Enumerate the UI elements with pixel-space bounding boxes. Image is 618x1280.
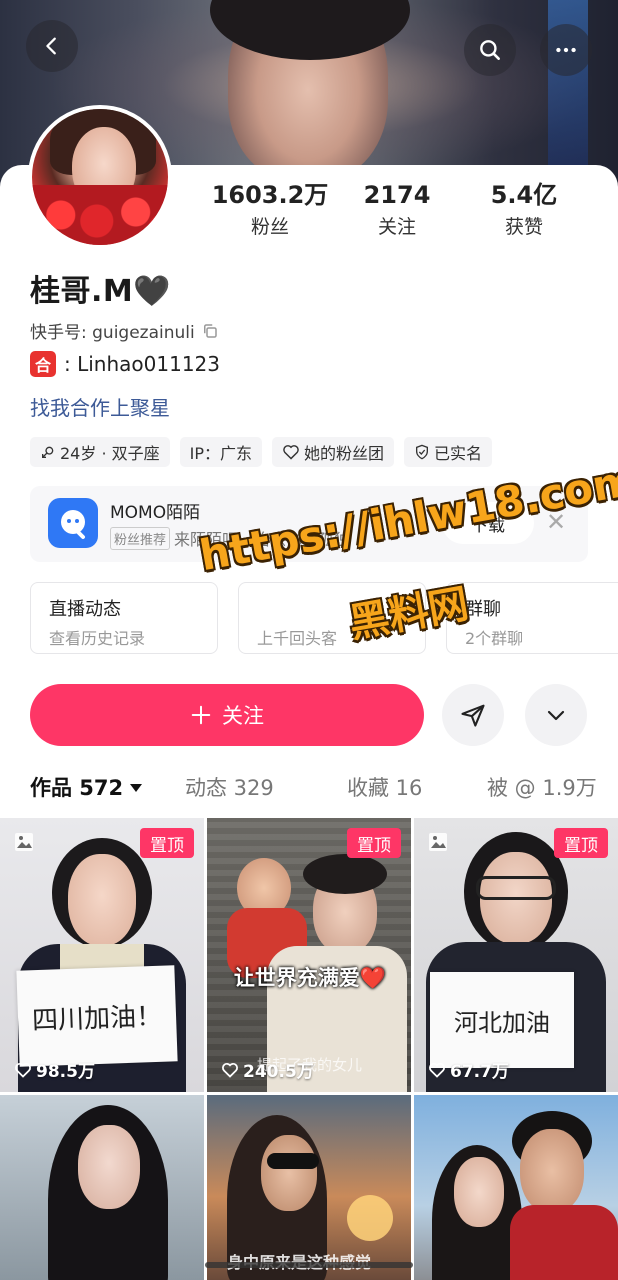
image-post-icon <box>15 833 33 851</box>
work-item[interactable]: 河北加油 置顶 67.7万 <box>414 818 618 1092</box>
stat-fans[interactable]: 1603.2万 粉丝 <box>210 180 330 242</box>
ad-title: MOMO陌陌 <box>110 503 201 523</box>
cooperation-badge-icon: 合 <box>30 351 56 377</box>
stat-likes-value: 5.4亿 <box>490 181 558 209</box>
stat-following-label: 关注 <box>377 216 416 238</box>
heart-outline-icon <box>15 1062 31 1078</box>
more-dots-icon <box>556 47 576 53</box>
follow-label: 关注 <box>222 704 264 728</box>
back-button[interactable] <box>26 20 78 72</box>
image-post-icon <box>429 833 447 851</box>
work-sign-text: 河北加油 <box>430 972 574 1068</box>
work-likes-count: 98.5万 <box>36 1062 95 1082</box>
work-item[interactable]: 让世界充满爱❤️ 提起了我的女儿 置顶 240.5万 <box>207 818 411 1092</box>
shield-check-icon <box>416 444 429 460</box>
ad-description: 来陌陌吧，治愈你的孤独 <box>174 530 351 549</box>
tab-works-label: 作品 572 <box>30 776 124 800</box>
copy-icon[interactable] <box>201 322 219 340</box>
search-button[interactable] <box>464 24 516 76</box>
content-tabs: 作品 572 动态 329 收藏 16 被 @ 1.9万 <box>0 770 618 810</box>
ad-banner-momo[interactable]: MOMO陌陌 粉丝推荐 来陌陌吧，治愈你的孤独 下载 ✕ <box>30 486 588 562</box>
tag-verified-label: 已实名 <box>434 444 483 463</box>
stat-fans-label: 粉丝 <box>250 216 289 238</box>
entry-group-chat[interactable]: 群聊 2个群聊 <box>446 582 618 654</box>
tag-ip-label: IP：广东 <box>189 444 252 463</box>
works-grid: 四川加油！ 置顶 98.5万 让世界充满爱❤️ 提起了我的女儿 置顶 240.5… <box>0 818 618 1280</box>
tag-age: 24岁 · 双子座 <box>30 437 170 467</box>
work-caption: 让世界充满爱❤️ <box>233 966 387 990</box>
tab-moments[interactable]: 动态 329 <box>185 770 274 806</box>
entry-live-history[interactable]: 直播动态 查看历史记录 <box>30 582 218 654</box>
heart-outline-icon <box>429 1062 445 1078</box>
plus-icon <box>191 705 211 725</box>
juxing-cooperation-link[interactable]: 找我合作上聚星 <box>30 392 170 421</box>
kuaishou-id-row[interactable]: 快手号: guigezainuli <box>30 318 219 343</box>
stat-likes[interactable]: 5.4亿 获赞 <box>464 180 584 242</box>
work-likes: 98.5万 <box>14 1057 95 1082</box>
gender-icon <box>42 446 54 458</box>
heart-outline-icon <box>222 1062 238 1078</box>
work-likes-count: 240.5万 <box>243 1062 314 1082</box>
stat-following[interactable]: 2174 关注 <box>337 180 457 242</box>
ad-badge: 粉丝推荐 <box>110 526 171 550</box>
tag-fan-group-label: 她的粉丝团 <box>304 444 385 463</box>
cooperation-contact: : Linhao011123 <box>64 352 220 376</box>
work-caption: 身中原来是这种感觉 <box>227 1249 371 1273</box>
heart-outline-icon <box>283 445 299 460</box>
entry-live-sub: 查看历史记录 <box>49 629 146 648</box>
tab-favorites[interactable]: 收藏 16 <box>347 770 422 806</box>
follow-button[interactable]: 关注 <box>30 684 424 746</box>
tab-mentioned[interactable]: 被 @ 1.9万 <box>487 770 597 806</box>
work-item[interactable] <box>0 1095 204 1280</box>
send-message-button[interactable] <box>442 684 504 746</box>
pinned-badge: 置顶 <box>140 828 194 858</box>
work-likes: 240.5万 <box>221 1057 314 1082</box>
work-item[interactable] <box>414 1095 618 1280</box>
send-icon <box>461 704 485 727</box>
tag-ip: IP：广东 <box>179 437 262 467</box>
stat-following-value: 2174 <box>363 181 431 209</box>
entry-shop[interactable]: 上千回头客 <box>238 582 426 654</box>
expand-button[interactable] <box>525 684 587 746</box>
search-icon <box>480 40 500 60</box>
work-item[interactable]: 四川加油！ 置顶 98.5万 <box>0 818 204 1092</box>
stat-fans-value: 1603.2万 <box>211 181 329 209</box>
entry-group-sub: 2个群聊 <box>465 629 524 648</box>
chevron-left-icon <box>46 37 56 55</box>
profile-tags: 24岁 · 双子座 IP：广东 她的粉丝团 已实名 <box>30 437 493 467</box>
work-likes: 67.7万 <box>428 1057 509 1082</box>
ad-close-icon[interactable]: ✕ <box>544 510 568 534</box>
entry-live-title: 直播动态 <box>49 599 121 620</box>
tag-age-label: 24岁 · 双子座 <box>60 444 160 463</box>
home-indicator[interactable] <box>205 1262 413 1268</box>
work-likes-count: 67.7万 <box>450 1062 509 1082</box>
work-item[interactable]: 身中原来是这种感觉 <box>207 1095 411 1280</box>
tag-verified: 已实名 <box>404 437 493 467</box>
work-sign-text: 四川加油！ <box>16 965 178 1067</box>
stat-likes-label: 获赞 <box>504 216 543 238</box>
momo-logo-icon <box>48 498 98 548</box>
tag-fan-group[interactable]: 她的粉丝团 <box>272 437 395 467</box>
chevron-down-icon <box>547 710 565 721</box>
cooperation-row: 合 : Linhao011123 <box>30 351 220 377</box>
more-button[interactable] <box>540 24 592 76</box>
entry-group-title: 群聊 <box>465 599 501 620</box>
avatar[interactable] <box>28 105 172 249</box>
ad-download-button[interactable]: 下载 <box>442 502 534 544</box>
profile-name: 桂哥.M🖤 <box>30 274 172 309</box>
pinned-badge: 置顶 <box>347 828 401 858</box>
tab-works[interactable]: 作品 572 <box>30 770 143 806</box>
pinned-badge: 置顶 <box>554 828 608 858</box>
kuaishou-id-text: 快手号: guigezainuli <box>30 323 195 343</box>
entry-shop-sub: 上千回头客 <box>257 629 338 648</box>
ad-description-row: 粉丝推荐 来陌陌吧，治愈你的孤独 <box>110 526 350 550</box>
caret-down-icon <box>130 784 143 792</box>
